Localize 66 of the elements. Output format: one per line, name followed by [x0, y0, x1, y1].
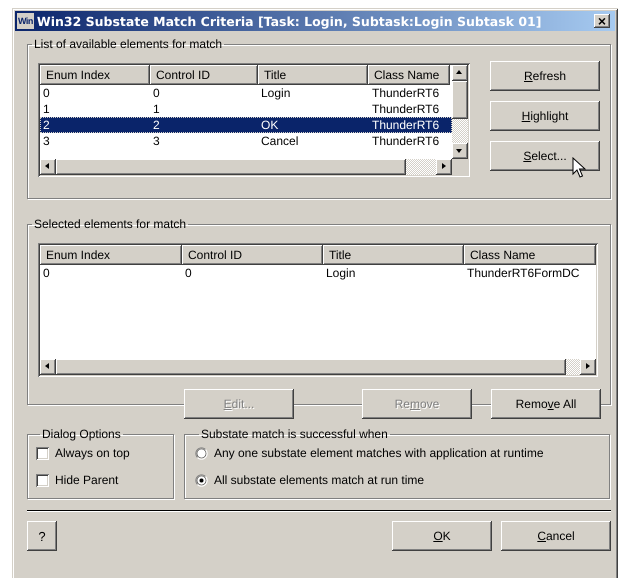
scroll-left-button[interactable]	[40, 359, 56, 375]
checkbox[interactable]	[36, 446, 49, 460]
table-cell-text: ThunderRT6	[371, 101, 440, 117]
list-row[interactable]: 2 2 OK ThunderRT6	[40, 117, 452, 133]
table-cell-text: Login	[325, 265, 356, 281]
table-cell-text: Cancel	[260, 133, 300, 149]
push-button[interactable]: Refresh	[490, 61, 600, 91]
table-cell-text: ThunderRT6	[371, 85, 440, 101]
close-button[interactable]: ×	[594, 14, 610, 28]
column-header[interactable]: Control ID	[182, 245, 323, 265]
scroll-thumb[interactable]	[56, 359, 566, 375]
table-cell-text: 3	[152, 133, 161, 149]
group-title: Dialog Options	[41, 427, 122, 441]
table-cell-text: ThunderRT6	[371, 133, 440, 149]
table-cell-text: 1	[152, 101, 161, 117]
checkbox-label: Always on top	[55, 446, 130, 460]
scroll-right-button[interactable]	[436, 159, 452, 175]
radio-button[interactable]	[195, 474, 208, 486]
push-button[interactable]: Select...	[490, 141, 600, 171]
group-title: Selected elements for match	[33, 217, 188, 231]
window-title: Win32 Substate Match Criteria [Task: Login, Subtask:Login Subtask 01]	[36, 14, 542, 28]
help-button[interactable]: ?	[27, 521, 57, 551]
scroll-thumb[interactable]	[452, 81, 468, 119]
table-cell-text: 0	[42, 265, 51, 281]
column-header[interactable]: Class Name	[464, 245, 596, 265]
radio-label: All substate elements match at run time	[214, 473, 424, 487]
column-header[interactable]: Enum Index	[40, 65, 150, 85]
table-cell-text: 2	[42, 117, 51, 133]
column-header[interactable]: Title	[323, 245, 464, 265]
table-cell-text: 3	[42, 133, 51, 149]
column-header[interactable]: Control ID	[150, 65, 258, 85]
group-title: Substate match is successful when	[200, 427, 389, 441]
column-header[interactable]: Class Name	[368, 65, 450, 85]
scroll-track[interactable]	[566, 359, 580, 375]
list-row[interactable]: 1 1 ThunderRT6	[40, 101, 452, 117]
push-button[interactable]: Highlight	[490, 101, 600, 131]
list-row[interactable]: 0 0 Login ThunderRT6FormDC	[40, 265, 596, 281]
push-button[interactable]: Cancel	[501, 521, 611, 551]
list-row[interactable]: 0 0 Login ThunderRT6	[40, 85, 452, 101]
radio-label: Any one substate element matches with application at runtime	[214, 446, 544, 460]
table-cell-text: 1	[42, 101, 51, 117]
scroll-up-button[interactable]	[452, 65, 468, 81]
pointer-icon	[572, 157, 586, 179]
column-header[interactable]: Enum Index	[40, 245, 182, 265]
scroll-down-button[interactable]	[452, 143, 468, 159]
checkbox-label: Hide Parent	[55, 473, 118, 487]
list-row[interactable]: 3 3 Cancel ThunderRT6	[40, 133, 452, 149]
table-cell-text: 2	[152, 117, 161, 133]
table-cell-text: 0	[184, 265, 193, 281]
table-cell-text: Login	[260, 85, 292, 101]
checkbox[interactable]	[36, 474, 49, 486]
push-button[interactable]: Remove All	[491, 389, 601, 419]
table-cell-text: OK	[260, 117, 280, 133]
app-icon: Win	[17, 13, 34, 29]
scroll-right-button[interactable]	[580, 359, 596, 375]
size-box	[452, 159, 468, 175]
push-button[interactable]: OK	[392, 521, 492, 551]
radio-button[interactable]	[195, 446, 208, 460]
group-title: List of available elements for match	[33, 37, 224, 51]
column-header[interactable]: Title	[258, 65, 368, 85]
scroll-left-button[interactable]	[40, 159, 56, 175]
scroll-thumb[interactable]	[56, 159, 406, 175]
table-cell-text: ThunderRT6FormDC	[466, 265, 580, 281]
table-cell-text: 0	[152, 85, 161, 101]
table-cell-text: 0	[42, 85, 51, 101]
table-cell-text: ThunderRT6	[371, 117, 440, 133]
